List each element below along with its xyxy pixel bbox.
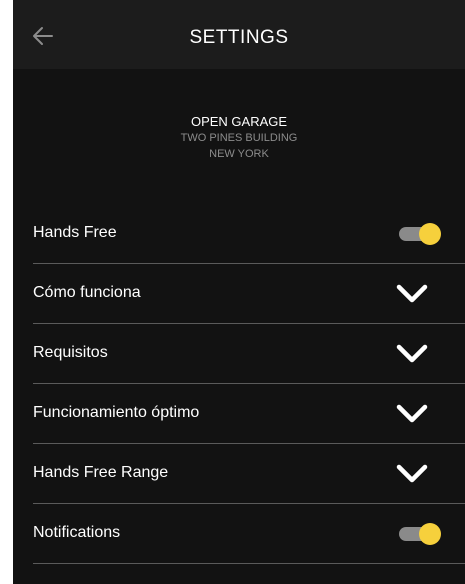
chevron-down-icon[interactable] [395, 461, 429, 485]
chevron-down-icon[interactable] [395, 281, 429, 305]
setting-row-como-funciona[interactable]: Cómo funciona [33, 264, 465, 324]
settings-screen: SETTINGS OPEN GARAGE TWO PINES BUILDING … [13, 0, 465, 584]
setting-label: Notifications [33, 524, 121, 541]
settings-list: Hands Free Cómo funciona Requisitos Func… [33, 204, 465, 564]
setting-label: Funcionamiento óptimo [33, 404, 200, 421]
setting-row-hands-free-range[interactable]: Hands Free Range [33, 444, 465, 504]
page-title: SETTINGS [189, 27, 289, 48]
location-building: TWO PINES BUILDING [180, 132, 298, 144]
setting-label: Cómo funciona [33, 284, 141, 301]
hands-free-toggle[interactable] [399, 223, 441, 245]
toggle-knob [419, 523, 441, 545]
chevron-down-icon[interactable] [395, 401, 429, 425]
setting-row-hands-free: Hands Free [33, 204, 465, 264]
location-city: NEW YORK [209, 148, 269, 160]
setting-label: Hands Free [33, 224, 117, 241]
setting-row-notifications: Notifications [33, 504, 465, 564]
setting-row-funcionamiento-optimo[interactable]: Funcionamiento óptimo [33, 384, 465, 444]
chevron-down-icon[interactable] [395, 341, 429, 365]
setting-label: Requisitos [33, 344, 108, 361]
setting-row-requisitos[interactable]: Requisitos [33, 324, 465, 384]
toggle-knob [419, 223, 441, 245]
location-name: OPEN GARAGE [190, 114, 288, 129]
setting-label: Hands Free Range [33, 464, 169, 481]
notifications-toggle[interactable] [399, 523, 441, 545]
location-info: OPEN GARAGE TWO PINES BUILDING NEW YORK [13, 114, 465, 162]
